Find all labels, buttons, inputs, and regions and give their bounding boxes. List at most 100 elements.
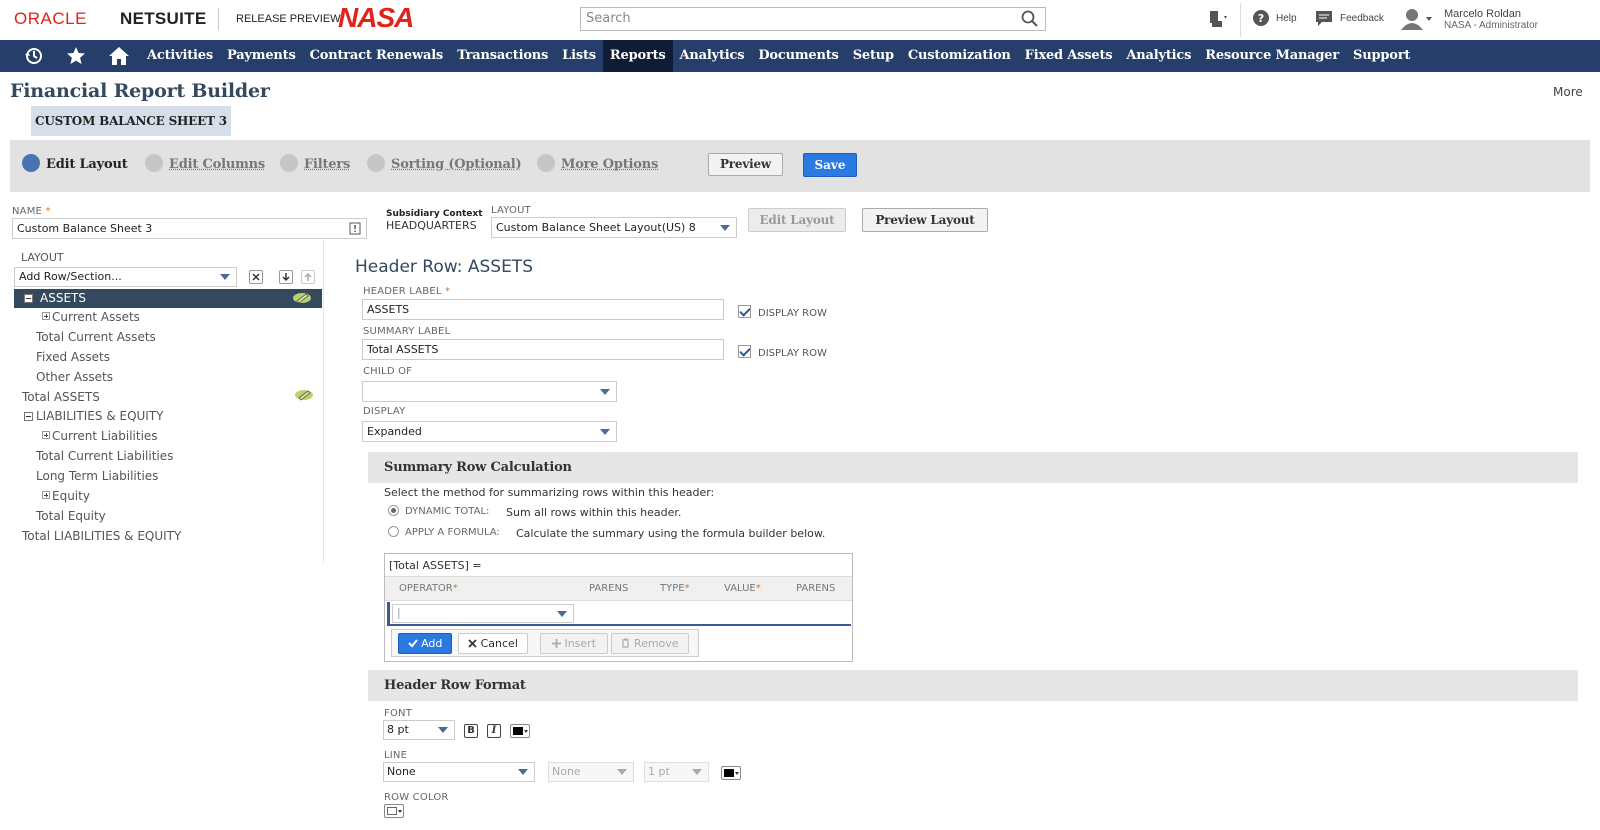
nav-activities[interactable]: Activities [140,40,220,72]
step-edit-columns[interactable]: Edit Columns [145,153,265,172]
help-link[interactable]: Help [1276,13,1297,24]
nav-resource-manager[interactable]: Resource Manager [1198,40,1346,72]
summary-label-input[interactable]: Total ASSETS [362,339,724,360]
tree-item-equity[interactable]: Equity [52,489,90,503]
netsuite-logo[interactable]: NETSUITE [120,9,206,29]
step-filters[interactable]: Filters [280,153,350,172]
remove-button[interactable]: Remove [611,633,689,654]
expand-icon[interactable] [42,312,50,320]
user-avatar-icon[interactable] [1400,7,1434,31]
save-button[interactable]: Save [803,153,857,177]
tree-item-other-assets[interactable]: Other Assets [36,370,113,384]
add-row-section-select[interactable]: Add Row/Section... [14,267,237,287]
insert-button[interactable]: Insert [540,633,608,654]
svg-text:?: ? [1258,12,1264,25]
tree-item-total-equity[interactable]: Total Equity [36,509,106,523]
user-role[interactable]: NASA - Administrator [1444,20,1538,31]
layout-tree-panel: LAYOUT Add Row/Section... ASSETS Current… [10,239,324,563]
global-search-input[interactable]: Search [580,7,1046,31]
step-edit-layout[interactable]: Edit Layout [22,153,128,172]
search-icon[interactable] [1021,10,1039,28]
line-select[interactable]: None [383,762,535,782]
step-sorting[interactable]: Sorting (Optional) [367,153,522,172]
step-more-options[interactable]: More Options [537,153,658,172]
feedback-link[interactable]: Feedback [1340,13,1384,24]
apply-formula-label: APPLY A FORMULA: [405,527,500,538]
layout-select[interactable]: Custom Balance Sheet Layout(US) 8 [491,217,737,238]
tree-item-total-current-assets[interactable]: Total Current Assets [36,330,156,344]
tree-item-total-current-liabilities[interactable]: Total Current Liabilities [36,449,173,463]
help-icon[interactable]: ? [1252,9,1270,27]
child-of-select[interactable] [362,381,617,402]
step-indicator [280,153,298,172]
move-up-button[interactable] [301,270,315,284]
edit-layout-button[interactable]: Edit Layout [748,208,846,232]
preview-layout-button[interactable]: Preview Layout [862,208,988,232]
nav-reports[interactable]: Reports [602,40,673,72]
oracle-logo[interactable]: ORACLE [14,9,87,29]
nav-transactions[interactable]: Transactions [450,40,555,72]
tree-item-total-assets[interactable]: Total ASSETS [22,390,100,404]
more-menu-link[interactable]: More [1553,85,1583,99]
display-select[interactable]: Expanded [362,421,617,442]
tree-item-total-liabilities-equity[interactable]: Total LIABILITIES & EQUITY [22,529,181,543]
tree-item-long-term-liabilities[interactable]: Long Term Liabilities [36,469,158,483]
feedback-icon[interactable] [1314,9,1334,27]
collapse-icon[interactable] [24,294,33,303]
edit-pencil-icon[interactable] [294,388,314,402]
add-button[interactable]: Add [398,633,452,654]
home-icon[interactable] [108,46,130,66]
summary-row-calculation-title: Summary Row Calculation [384,460,572,475]
nav-customization[interactable]: Customization [901,40,1018,72]
font-color-picker[interactable] [510,724,530,738]
tree-item-liabilities-equity[interactable]: LIABILITIES & EQUITY [36,409,164,423]
header-label-input[interactable]: ASSETS [362,299,724,320]
nav-fixed-assets[interactable]: Fixed Assets [1018,40,1120,72]
expand-icon[interactable] [42,491,50,499]
italic-toggle[interactable]: I [487,724,501,738]
field-help-icon[interactable] [349,222,361,235]
nav-analytics-2[interactable]: Analytics [1119,40,1198,72]
nav-setup[interactable]: Setup [846,40,901,72]
nav-documents[interactable]: Documents [751,40,845,72]
row-color-picker[interactable] [384,804,404,818]
line-color-picker[interactable] [721,766,741,780]
tree-item-current-liabilities[interactable]: Current Liabilities [52,429,158,443]
edit-pencil-icon[interactable] [292,291,312,305]
chevron-down-icon [720,225,730,231]
display-row-checkbox-summary[interactable] [738,345,751,358]
tree-item-fixed-assets[interactable]: Fixed Assets [36,350,110,364]
name-input[interactable]: Custom Balance Sheet 3 [12,218,367,239]
user-name[interactable]: Marcelo Roldan [1444,8,1521,20]
delete-row-button[interactable] [249,270,263,284]
nav-analytics[interactable]: Analytics [673,40,752,72]
font-size-select[interactable]: 8 pt [383,720,455,740]
move-down-button[interactable] [279,270,293,284]
preview-button[interactable]: Preview [708,153,783,176]
line-style-select[interactable]: None [548,762,634,782]
cancel-button[interactable]: Cancel [458,633,528,654]
recent-history-icon[interactable] [24,46,44,66]
nav-lists[interactable]: Lists [555,40,603,72]
line-weight-select[interactable]: 1 pt [644,762,709,782]
collapse-icon[interactable] [24,412,33,421]
nav-payments[interactable]: Payments [220,40,303,72]
apply-formula-radio[interactable] [388,526,399,537]
formula-builder: [Total ASSETS] = OPERATOR* PARENS TYPE* … [384,553,853,662]
col-type: TYPE* [660,583,690,594]
operator-select[interactable]: | [392,604,574,623]
tree-item-current-assets[interactable]: Current Assets [52,310,140,324]
bold-toggle[interactable]: B [464,724,478,738]
tree-item-assets[interactable]: ASSETS [14,289,322,308]
chevron-down-icon [557,611,567,617]
display-row-checkbox-header[interactable] [738,305,751,318]
expand-icon[interactable] [42,431,50,439]
nav-contract-renewals[interactable]: Contract Renewals [303,40,450,72]
favorites-star-icon[interactable] [66,46,86,66]
nav-support[interactable]: Support [1346,40,1417,72]
chevron-down-icon [438,727,448,733]
dynamic-total-radio[interactable] [388,505,399,516]
subsidiary-context-value: HEADQUARTERS [386,219,477,232]
recent-records-icon[interactable] [1206,9,1230,29]
header-row-title: Header Row: ASSETS [355,257,533,277]
